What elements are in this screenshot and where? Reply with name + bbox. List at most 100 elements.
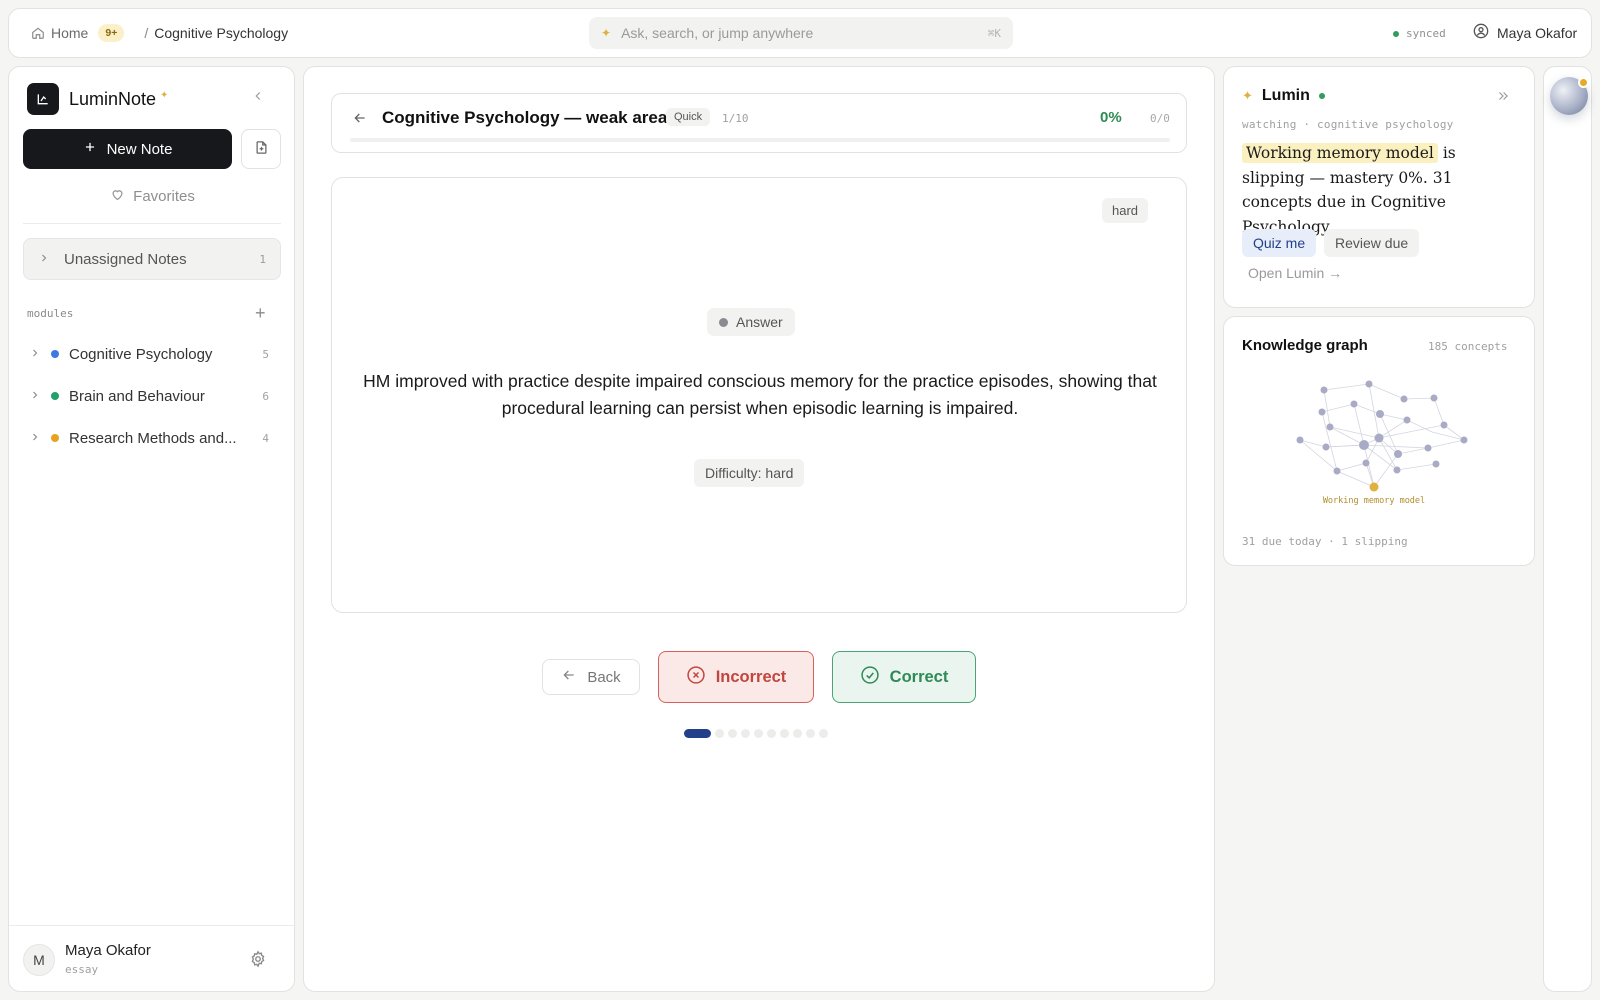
open-lumin-link[interactable]: Open Lumin → — [1248, 265, 1342, 281]
graph-title: Knowledge graph — [1242, 337, 1368, 354]
progress-dot[interactable] — [728, 729, 737, 738]
assistant-rail — [1543, 66, 1592, 992]
chevron-right-icon — [38, 251, 50, 268]
answer-label: Answer — [707, 308, 795, 336]
brand-name: LuminNote — [69, 88, 157, 109]
progress-dot[interactable] — [780, 729, 789, 738]
difficulty-label: Difficulty: hard — [694, 459, 805, 487]
new-note-label: New Note — [106, 140, 173, 158]
chevron-right-icon — [29, 346, 41, 363]
module-name: Cognitive Psychology — [69, 345, 213, 363]
module-list: Cognitive Psychology 5 Brain and Behavio… — [29, 333, 269, 459]
arrow-left-icon[interactable] — [352, 110, 368, 129]
main-panel: Cognitive Psychology — weak areas Quick … — [303, 66, 1215, 992]
progress-dot[interactable] — [741, 729, 750, 738]
quiz-index: 1/10 — [722, 112, 749, 125]
favorites-link[interactable]: Favorites — [9, 187, 296, 206]
search-bar[interactable]: ✦ Ask, search, or jump anywhere ⌘K — [589, 17, 1013, 49]
module-color-dot — [51, 350, 59, 358]
highlighted-concept[interactable]: Working memory model — [1242, 143, 1438, 163]
module-count: 6 — [262, 389, 269, 403]
flashcard[interactable]: hard Answer HM improved with practice de… — [331, 177, 1187, 613]
add-module-icon[interactable]: + — [255, 303, 266, 324]
settings-gear-icon[interactable] — [249, 950, 267, 971]
progress-dot[interactable] — [806, 729, 815, 738]
card-progress-dots — [684, 729, 828, 738]
user-name[interactable]: Maya Okafor — [1497, 25, 1577, 41]
unassigned-notes-label: Unassigned Notes — [64, 250, 187, 268]
module-color-dot — [51, 392, 59, 400]
modules-heading: modules — [27, 307, 74, 320]
plus-icon — [83, 140, 97, 158]
quiz-header: Cognitive Psychology — weak areas Quick … — [331, 93, 1187, 153]
home-icon[interactable] — [31, 26, 45, 40]
sidebar: LuminNote ✦ New Note Favorites Unassigne… — [8, 66, 296, 992]
notification-badge[interactable]: 9+ — [98, 24, 125, 42]
progress-dot[interactable] — [715, 729, 724, 738]
focus-concept-label: Working memory model — [1323, 496, 1425, 506]
sync-dot-icon — [1393, 30, 1399, 37]
sync-label: synced — [1406, 27, 1446, 40]
notification-dot-icon — [1578, 77, 1589, 88]
search-input[interactable]: Ask, search, or jump anywhere — [621, 25, 978, 41]
unassigned-notes-folder[interactable]: Unassigned Notes 1 — [23, 238, 281, 280]
sparkle-icon: ✦ — [601, 26, 612, 40]
sparkle-icon: ✦ — [160, 89, 169, 101]
difficulty-tag: hard — [1102, 198, 1149, 223]
progress-dot[interactable] — [819, 729, 828, 738]
arrow-left-icon — [561, 667, 577, 687]
heart-icon — [110, 187, 125, 206]
brand[interactable]: LuminNote ✦ — [27, 83, 168, 115]
divider — [23, 223, 281, 224]
unassigned-notes-count: 1 — [259, 252, 266, 266]
breadcrumb-current[interactable]: Cognitive Psychology — [154, 25, 288, 41]
file-plus-icon — [254, 140, 269, 158]
progress-dot[interactable] — [793, 729, 802, 738]
new-note-button[interactable]: New Note — [23, 129, 232, 169]
dot-icon — [719, 317, 728, 327]
module-item-cognitive-psychology[interactable]: Cognitive Psychology 5 — [29, 333, 269, 375]
new-file-button[interactable] — [241, 129, 281, 169]
quiz-progress-bar — [350, 138, 1170, 142]
module-name: Research Methods and... — [69, 429, 237, 447]
favorites-label: Favorites — [133, 188, 195, 205]
breadcrumb: Home 9+ / Cognitive Psychology — [31, 24, 288, 42]
logo-icon — [27, 83, 59, 115]
focus-concept-node[interactable] — [1369, 482, 1379, 492]
check-circle-icon — [860, 665, 880, 690]
progress-dot-active[interactable] — [684, 729, 711, 738]
account-name[interactable]: Maya Okafor — [65, 942, 151, 959]
user-circle-icon — [1473, 23, 1489, 42]
progress-dot[interactable] — [754, 729, 763, 738]
sparkle-icon: ✦ — [1242, 88, 1253, 103]
avatar[interactable]: M — [23, 944, 55, 976]
correct-label: Correct — [889, 667, 949, 686]
graph-footer: 31 due today · 1 slipping — [1242, 535, 1408, 548]
search-shortcut: ⌘K — [987, 26, 1001, 40]
progress-dot[interactable] — [767, 729, 776, 738]
collapse-panel-icon[interactable] — [1496, 89, 1510, 106]
module-item-brain-and-behaviour[interactable]: Brain and Behaviour 6 — [29, 375, 269, 417]
quiz-score: 0/0 — [1150, 112, 1170, 125]
quiz-me-button[interactable]: Quiz me — [1242, 229, 1317, 257]
user-menu[interactable]: Maya Okafor — [1473, 23, 1577, 42]
breadcrumb-separator: / — [144, 25, 149, 41]
module-item-research-methods[interactable]: Research Methods and... 4 — [29, 417, 269, 459]
module-name: Brain and Behaviour — [69, 387, 205, 405]
correct-button[interactable]: Correct — [832, 651, 976, 703]
incorrect-button[interactable]: Incorrect — [658, 651, 814, 703]
knowledge-graph-card[interactable]: Knowledge graph 185 concepts Working mem… — [1223, 316, 1535, 566]
x-circle-icon — [686, 665, 706, 690]
module-color-dot — [51, 434, 59, 442]
top-bar: Home 9+ / Cognitive Psychology ✦ Ask, se… — [8, 8, 1592, 58]
online-dot-icon — [1318, 93, 1325, 99]
review-due-button[interactable]: Review due — [1324, 229, 1420, 257]
module-count: 4 — [262, 431, 269, 445]
breadcrumb-home[interactable]: Home — [51, 25, 88, 41]
back-button[interactable]: Back — [542, 659, 640, 695]
lumin-message: Working memory model is slipping — maste… — [1242, 141, 1522, 239]
quiz-mode-tag: Quick — [666, 108, 711, 126]
collapse-sidebar-icon[interactable] — [251, 89, 265, 106]
incorrect-label: Incorrect — [715, 667, 787, 686]
knowledge-graph[interactable]: Working memory model — [1224, 377, 1536, 517]
